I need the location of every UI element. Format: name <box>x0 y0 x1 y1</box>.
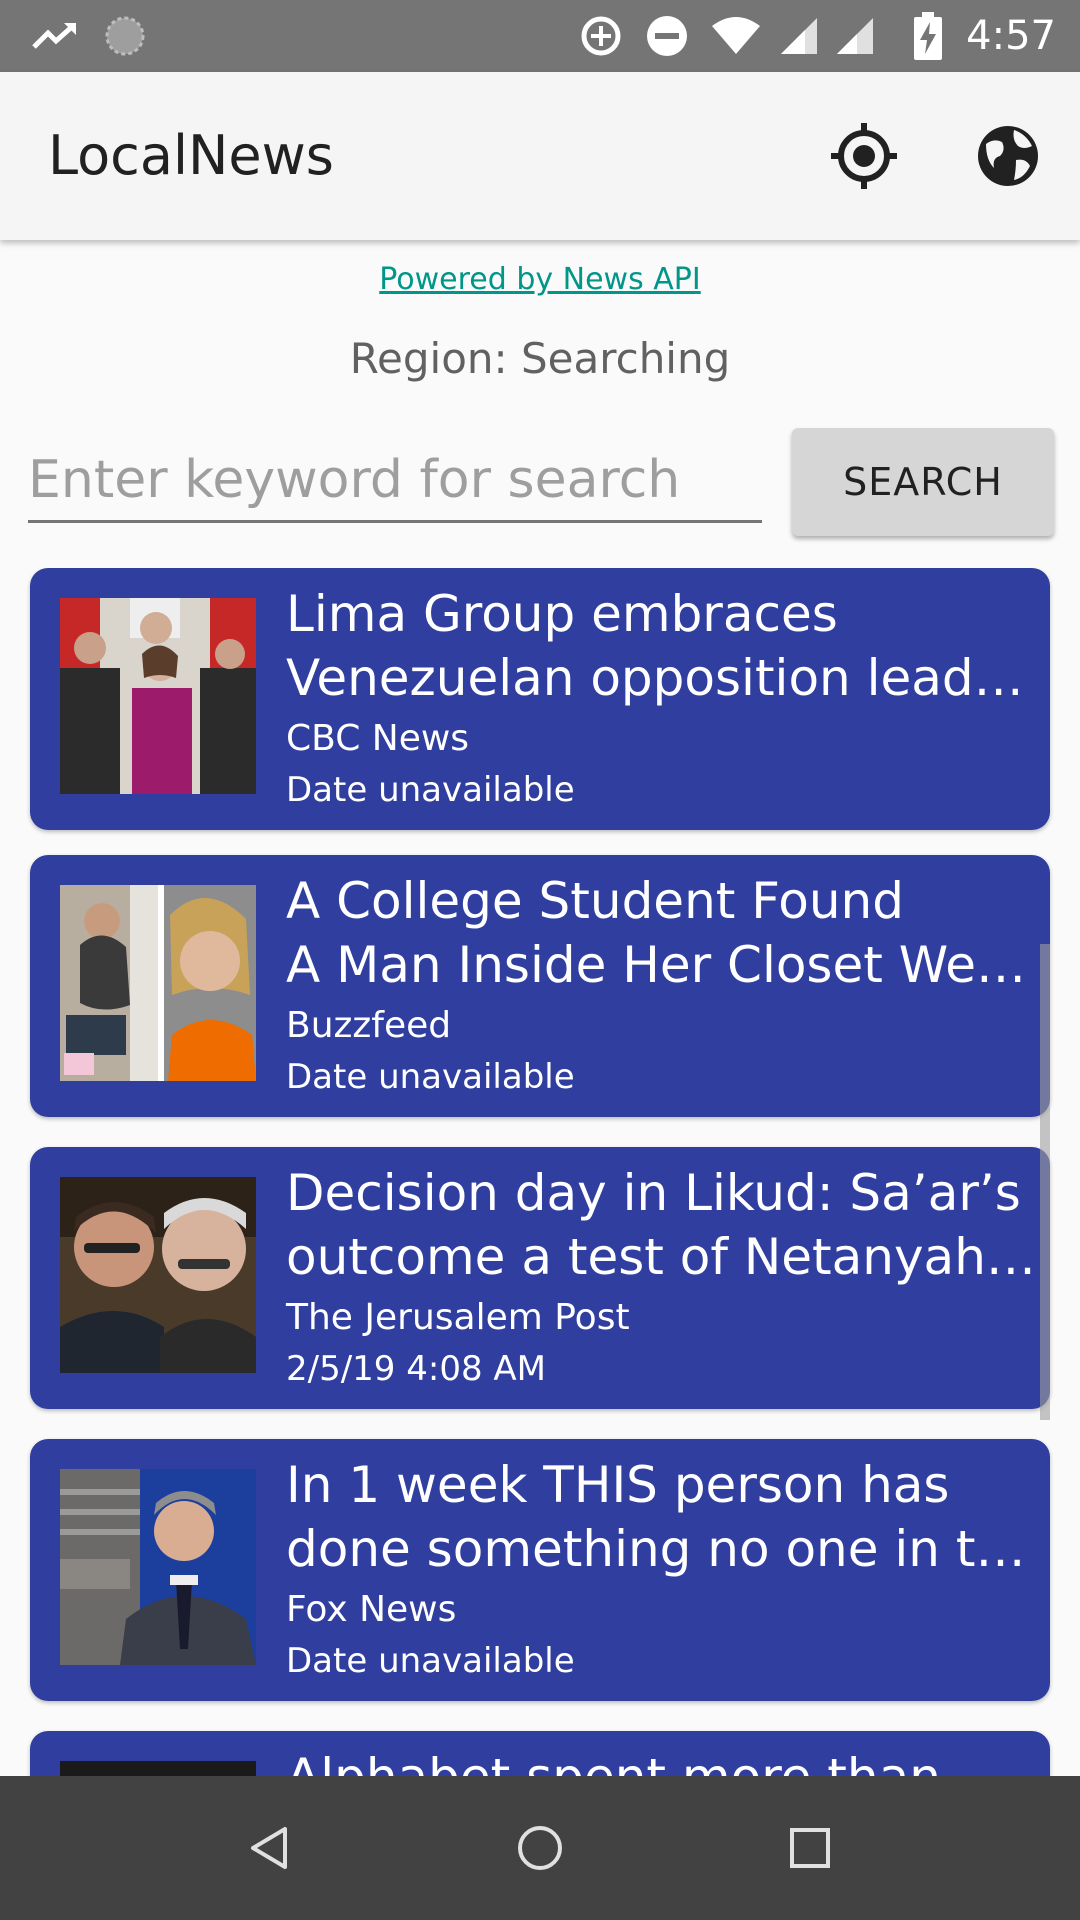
article-thumbnail <box>60 885 256 1081</box>
article-thumbnail <box>60 1177 256 1373</box>
article-thumbnail <box>60 598 256 794</box>
search-input[interactable] <box>28 440 762 523</box>
status-bar: 4:57 <box>0 0 1080 72</box>
recents-icon[interactable] <box>760 1798 860 1898</box>
article-source: Buzzfeed <box>286 1005 452 1046</box>
article-card[interactable]: In 1 week THIS person has done something… <box>30 1439 1050 1701</box>
article-source: The Jerusalem Post <box>286 1297 630 1338</box>
article-date: Date unavailable <box>286 1057 575 1097</box>
article-source: CBC News <box>286 718 470 759</box>
signal-icon <box>776 0 822 72</box>
article-title: Lima Group embraces Venezuelan oppositio… <box>286 582 1046 710</box>
wifi-icon <box>708 0 764 72</box>
article-card[interactable]: Decision day in Likud: Sa’ar’s outcome a… <box>30 1147 1050 1409</box>
article-title: In 1 week THIS person has done something… <box>286 1453 1046 1581</box>
globe-icon[interactable] <box>966 114 1050 198</box>
app-bar: LocalNews <box>0 72 1080 240</box>
article-title-line: A College Student Found <box>286 872 904 930</box>
article-card[interactable]: Alphabet spent more than <box>30 1731 1050 1776</box>
region-status: Region: Searching <box>349 334 731 383</box>
article-list[interactable]: Lima Group embraces Venezuelan oppositio… <box>0 568 1080 1776</box>
back-icon[interactable] <box>220 1798 320 1898</box>
article-title: Decision day in Likud: Sa’ar’s outcome a… <box>286 1161 1046 1289</box>
article-title-line: A Man Inside Her Closet Wea… <box>286 936 1046 994</box>
signal-icon <box>832 0 878 72</box>
data-saver-icon <box>578 0 624 72</box>
article-title: A College Student Found A Man Inside Her… <box>286 869 1046 997</box>
article-title-line: Alphabet spent more than <box>286 1745 1046 1776</box>
article-date: Date unavailable <box>286 770 575 810</box>
article-title-line: Lima Group embraces <box>286 585 838 643</box>
article-title-line: done something no one in th… <box>286 1520 1046 1578</box>
article-date: Date unavailable <box>286 1641 575 1681</box>
article-source: Fox News <box>286 1589 457 1630</box>
article-thumbnail <box>60 1469 256 1665</box>
my-location-icon[interactable] <box>822 114 906 198</box>
trending-icon <box>30 0 80 72</box>
sync-icon <box>100 0 150 72</box>
article-title-line: Decision day in Likud: Sa’ar’s <box>286 1164 1021 1222</box>
home-icon[interactable] <box>490 1798 590 1898</box>
article-card[interactable]: Lima Group embraces Venezuelan oppositio… <box>30 568 1050 830</box>
powered-by-link[interactable]: Powered by News API <box>0 262 1080 297</box>
scrollbar[interactable] <box>1040 944 1050 1420</box>
do-not-disturb-icon <box>644 0 690 72</box>
app-title: LocalNews <box>48 124 334 187</box>
article-title-line: outcome a test of Netanyahu… <box>286 1228 1046 1286</box>
article-card[interactable]: A College Student Found A Man Inside Her… <box>30 855 1050 1117</box>
status-time: 4:57 <box>966 13 1056 59</box>
battery-charging-icon <box>910 0 946 72</box>
article-thumbnail <box>60 1761 256 1776</box>
article-title-line: Venezuelan opposition leade… <box>286 649 1046 707</box>
navigation-bar <box>0 1776 1080 1920</box>
article-date: 2/5/19 4:08 AM <box>286 1349 546 1389</box>
article-title-line: In 1 week THIS person has <box>286 1456 950 1514</box>
search-button[interactable]: SEARCH <box>792 428 1054 536</box>
article-title: Alphabet spent more than <box>286 1745 1046 1776</box>
